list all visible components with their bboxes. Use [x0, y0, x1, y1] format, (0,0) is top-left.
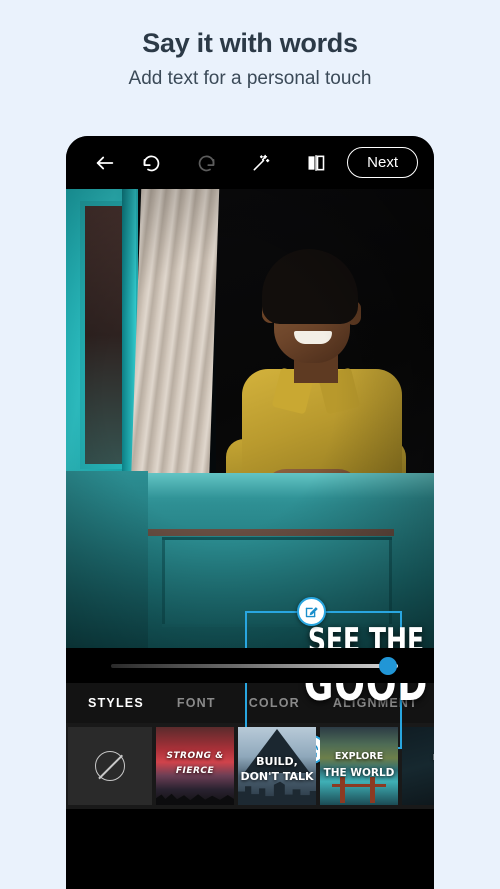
thumb-label-line2: DON'T TALK: [240, 770, 314, 783]
magic-wand-icon[interactable]: [244, 146, 278, 180]
photo-canvas[interactable]: [66, 189, 434, 648]
thumb-label-line2: SIGNIFIC: [402, 763, 434, 772]
style-thumbnail-make-it-simple[interactable]: MAKE IT SIM SIGNIFIC: [402, 727, 434, 805]
toolbar-actions: [134, 146, 333, 180]
edited-photo: [66, 189, 434, 648]
thumb-label-line1: STRONG &: [166, 751, 224, 761]
bottom-navigation: T: [66, 880, 434, 889]
nav-retouch[interactable]: [296, 880, 352, 889]
nav-frames[interactable]: [369, 880, 425, 889]
thumb-bridge-pillar-right: [370, 777, 375, 803]
nav-looks[interactable]: [148, 880, 204, 889]
style-thumbnail-explore-the-world[interactable]: EXPLORE THE WORLD: [320, 727, 398, 805]
thumb-label-line1: EXPLORE: [334, 751, 384, 762]
thumb-label-line1: BUILD,: [256, 755, 298, 768]
phone-frame: Next SEE THE GOOD STYLES FONT COLOR ALIG…: [66, 136, 434, 889]
no-style-icon: [95, 751, 125, 781]
bottom-spacer: [66, 809, 434, 880]
promo-title: Say it with words: [142, 28, 358, 58]
promo-subtitle: Add text for a personal touch: [128, 68, 372, 90]
thumb-label-line2: THE WORLD: [323, 767, 395, 779]
opacity-slider-track[interactable]: [111, 664, 398, 668]
style-thumbnail-build-dont-talk[interactable]: BUILD, DON'T TALK: [238, 727, 316, 805]
thumb-label-line1: MAKE IT SIM: [402, 753, 434, 762]
next-button[interactable]: Next: [347, 147, 418, 178]
thumb-label-line2: FIERCE: [175, 766, 215, 777]
style-thumbnail-strong-fierce[interactable]: STRONG & FIERCE: [156, 727, 234, 805]
promo-header: Say it with words Add text for a persona…: [0, 0, 500, 90]
undo-icon[interactable]: [134, 146, 168, 180]
thumb-label: STRONG & FIERCE: [156, 749, 234, 780]
opacity-slider-row[interactable]: [66, 648, 434, 683]
redo-icon[interactable]: [189, 146, 223, 180]
tab-font[interactable]: FONT: [177, 696, 216, 710]
style-thumbnail-strip[interactable]: STRONG & FIERCE BUILD, DON'T TALK EXPLOR…: [66, 723, 434, 809]
back-arrow-icon[interactable]: [88, 146, 122, 180]
style-thumbnail-none[interactable]: [68, 727, 152, 805]
nav-text[interactable]: T: [222, 880, 278, 889]
thumb-bridge: [332, 777, 386, 803]
nav-effects[interactable]: [75, 880, 131, 889]
photo-vignette: [66, 189, 434, 648]
edit-pencil-icon[interactable]: [297, 597, 326, 626]
tab-styles[interactable]: STYLES: [88, 696, 144, 710]
before-after-compare-icon[interactable]: [299, 146, 333, 180]
opacity-slider-thumb[interactable]: [379, 657, 397, 675]
thumb-bridge-pillar-left: [340, 777, 345, 803]
editor-toolbar: Next: [66, 136, 434, 189]
